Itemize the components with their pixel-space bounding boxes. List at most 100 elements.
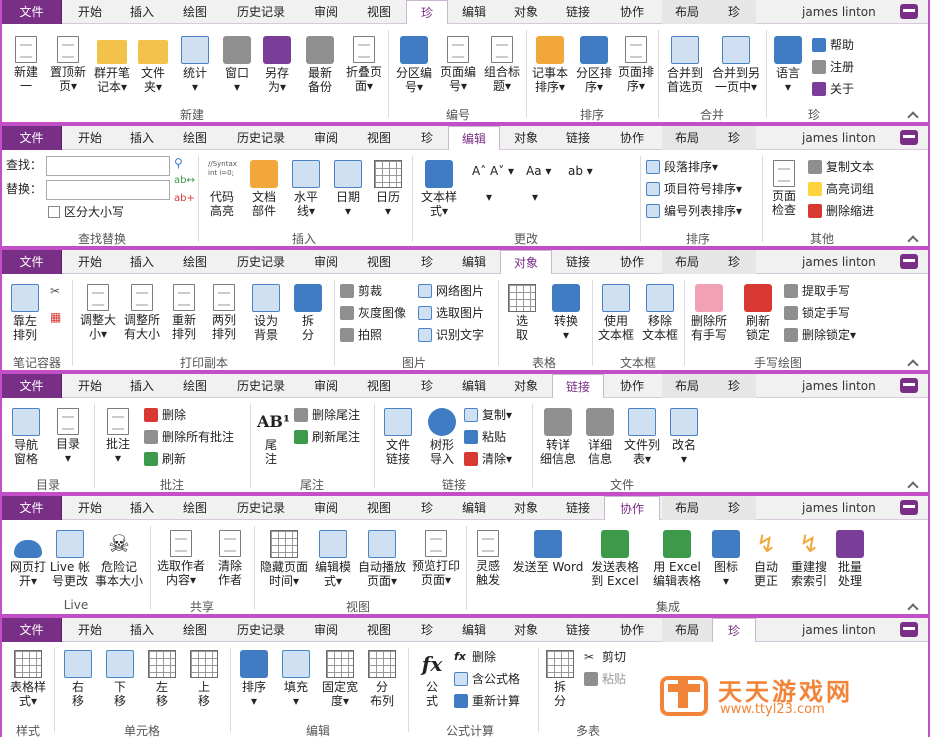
calendar-button[interactable]: 日历 ▾ <box>368 160 408 218</box>
copy-button[interactable]: 复制▾ <box>464 406 512 424</box>
tab-home[interactable]: 开始 <box>64 250 116 274</box>
tab-zhen[interactable]: 珍 <box>406 250 448 274</box>
tab-file[interactable]: 文件 <box>2 250 62 274</box>
doc-parts-button[interactable]: 文档 部件 <box>244 160 284 218</box>
fixed-width-button[interactable]: 固定宽 度▾ <box>318 650 362 708</box>
tab-edit[interactable]: 编辑 <box>448 374 500 398</box>
live-account-button[interactable]: Live 帐 号更改 <box>48 530 92 588</box>
paste-table-button[interactable]: 粘贴 <box>584 670 626 688</box>
remove-textbox-button[interactable]: 移除 文本框 <box>638 284 682 342</box>
formula-cells-button[interactable]: 含公式格 <box>454 670 520 688</box>
tab-link[interactable]: 链接 <box>552 496 604 520</box>
heading-number-button[interactable]: 组合标 题▾ <box>480 36 524 93</box>
fill-button[interactable]: 填充 ▾ <box>276 650 316 708</box>
grayscale-button[interactable]: 灰度图像 <box>340 304 406 322</box>
collapse-ribbon-icon[interactable] <box>908 604 918 612</box>
tab-link[interactable]: 链接 <box>552 0 604 24</box>
tab-history[interactable]: 历史记录 <box>222 374 300 398</box>
crop-button[interactable]: 剪裁 <box>340 282 382 300</box>
replace-input[interactable] <box>46 180 170 200</box>
tab-insert[interactable]: 插入 <box>116 374 168 398</box>
language-button[interactable]: 语言 ▾ <box>768 36 808 94</box>
tab-file[interactable]: 文件 <box>2 126 62 150</box>
tab-insert[interactable]: 插入 <box>116 496 168 520</box>
print-preview-button[interactable]: 预览打印 页面▾ <box>408 530 464 587</box>
tab-object[interactable]: 对象 <box>500 250 552 275</box>
tab-collab[interactable]: 协作 <box>604 250 660 274</box>
tab-edit[interactable]: 编辑 <box>448 496 500 520</box>
pin-new-page-button[interactable]: 置顶新 页▾ <box>46 36 90 93</box>
tab-link[interactable]: 链接 <box>552 126 604 150</box>
latest-backup-button[interactable]: 最新 备份 <box>300 36 340 94</box>
recalculate-button[interactable]: 重新计算 <box>454 692 520 710</box>
tab-zhen[interactable]: 珍 <box>406 126 448 150</box>
save-as-button[interactable]: 另存 为▾ <box>258 36 296 94</box>
tab-zhen-2[interactable]: 珍 <box>712 250 756 274</box>
statistics-button[interactable]: 统计 ▾ <box>176 36 214 94</box>
help-button[interactable]: 帮助 <box>812 36 854 54</box>
indent-dropdown[interactable]: ▾ <box>532 188 538 206</box>
tab-zhen[interactable]: 珍 <box>406 0 448 25</box>
tab-zhen-2[interactable]: 珍 <box>712 374 756 398</box>
delete-comment-button[interactable]: 删除 <box>144 406 186 424</box>
tab-file[interactable]: 文件 <box>2 0 62 24</box>
tab-home[interactable]: 开始 <box>64 618 116 642</box>
tab-home[interactable]: 开始 <box>64 374 116 398</box>
tab-view[interactable]: 视图 <box>352 126 406 150</box>
lock-ink-button[interactable]: 锁定手写 <box>784 304 850 322</box>
tab-link[interactable]: 链接 <box>552 374 604 399</box>
autocorrect-button[interactable]: ↯ 自动 更正 <box>746 530 786 588</box>
move-down-button[interactable]: 下 移 <box>100 650 140 708</box>
tab-layout[interactable]: 布局 <box>662 496 712 520</box>
tab-view[interactable]: 视图 <box>352 618 406 642</box>
date-button[interactable]: 日期 ▾ <box>328 160 368 218</box>
tab-draw[interactable]: 绘图 <box>168 126 222 150</box>
danger-notebook-size-button[interactable]: ☠ 危险记 事本大小 <box>92 530 146 588</box>
edit-mode-button[interactable]: 编辑模 式▾ <box>312 530 354 588</box>
code-highlight-button[interactable]: //Syntax int i=0; 代码 高亮 <box>200 160 244 218</box>
rename-button[interactable]: 改名 ▾ <box>664 408 704 466</box>
move-up-button[interactable]: 上 移 <box>184 650 224 708</box>
tab-zhen-2[interactable]: 珍 <box>712 496 756 520</box>
move-left-button[interactable]: 左 移 <box>142 650 182 708</box>
resize-button[interactable]: 调整大 小▾ <box>76 284 120 341</box>
sort-button[interactable]: 排序 ▾ <box>234 650 274 708</box>
tab-zhen-2[interactable]: 珍 <box>712 0 756 24</box>
endnote-button[interactable]: AB¹ 尾 注 <box>254 408 290 466</box>
tab-view[interactable]: 视图 <box>352 0 406 24</box>
tab-object[interactable]: 对象 <box>500 0 552 24</box>
tab-layout[interactable]: 布局 <box>662 618 712 642</box>
tab-insert[interactable]: 插入 <box>116 250 168 274</box>
tab-insert[interactable]: 插入 <box>116 126 168 150</box>
highlight-phrase-button[interactable]: 高亮词组 <box>808 180 874 198</box>
comment-button[interactable]: 批注 ▾ <box>98 408 138 465</box>
replace-icon[interactable]: ab↔ <box>174 172 195 190</box>
toc-button[interactable]: 目录 ▾ <box>48 408 88 465</box>
tab-layout[interactable]: 布局 <box>662 250 712 274</box>
tab-zhen[interactable]: 珍 <box>406 618 448 642</box>
delete-endnote-button[interactable]: 删除尾注 <box>294 406 360 424</box>
spellcheck-button[interactable]: ab ▾ <box>568 162 593 180</box>
tab-draw[interactable]: 绘图 <box>168 496 222 520</box>
tab-review[interactable]: 审阅 <box>300 374 352 398</box>
inspiration-button[interactable]: 灵感 触发 <box>468 530 508 587</box>
rebuild-index-button[interactable]: ↯ 重建搜 索索引 <box>788 530 830 588</box>
tab-draw[interactable]: 绘图 <box>168 0 222 24</box>
font-size-buttons[interactable]: A˄ A˅ ▾ <box>472 162 514 180</box>
split-button[interactable]: 拆 分 <box>288 284 328 342</box>
page-check-button[interactable]: 页面 检查 <box>764 160 804 217</box>
web-open-button[interactable]: 网页打 开▾ <box>6 530 50 588</box>
tab-zhen-2[interactable]: 珍 <box>712 618 756 643</box>
new-button[interactable]: 新建 一 <box>8 36 44 93</box>
rearrange-button[interactable]: 重新 排列 <box>164 284 204 341</box>
notebook-sort-button[interactable]: 记事本 排序▾ <box>528 36 572 94</box>
delete-lock-button[interactable]: 删除锁定▾ <box>784 326 856 344</box>
user-name[interactable]: james linton <box>802 250 876 274</box>
tab-layout[interactable]: 布局 <box>662 0 712 24</box>
collapse-ribbon-icon[interactable] <box>908 360 918 368</box>
tree-import-button[interactable]: 树形 导入 <box>422 408 462 466</box>
refresh-lock-button[interactable]: 刷新 锁定 <box>738 284 778 342</box>
send-to-word-button[interactable]: 发送至 Word <box>508 530 588 574</box>
section-sort-button[interactable]: 分区排 序▾ <box>572 36 616 94</box>
delete-formula-button[interactable]: fx 删除 <box>454 648 496 666</box>
